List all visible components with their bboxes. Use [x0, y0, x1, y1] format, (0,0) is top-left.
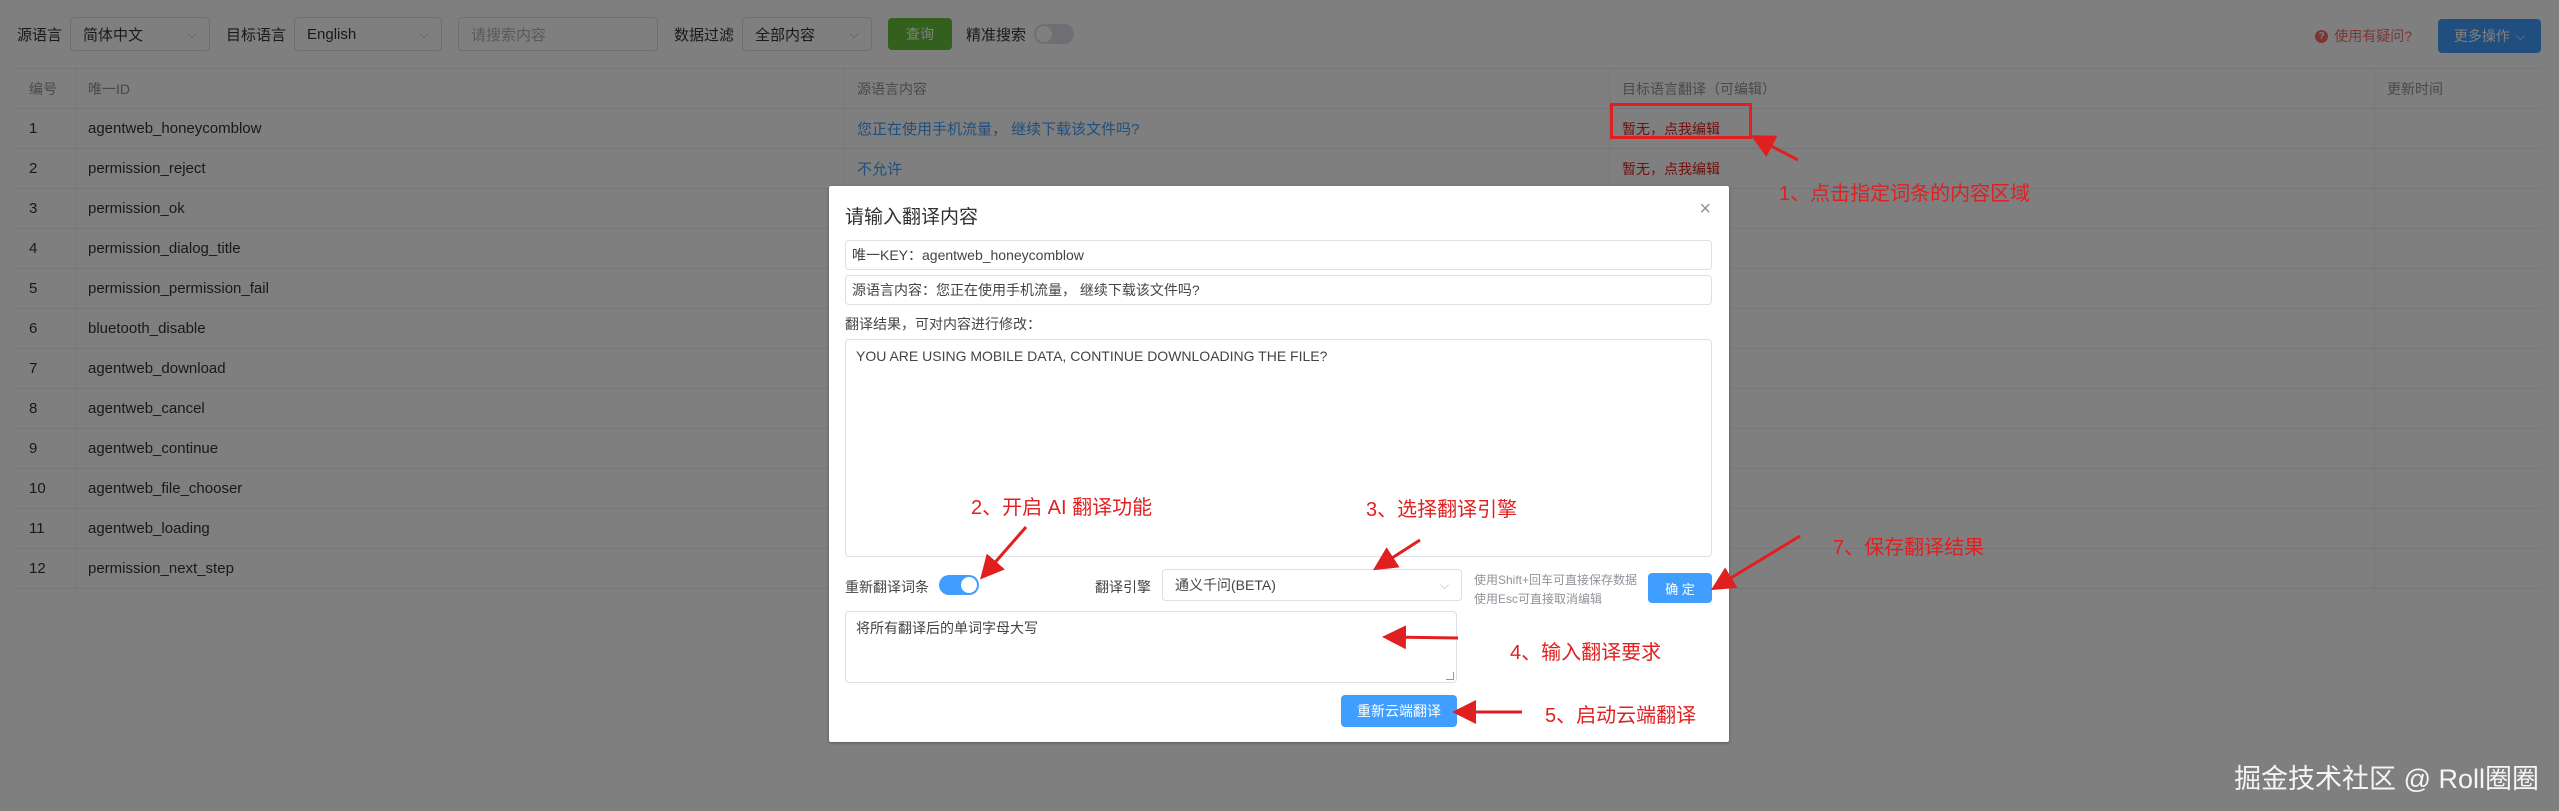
source-field: 源语言内容：您正在使用手机流量， 继续下载该文件吗? [845, 275, 1712, 305]
annotation-step3: 3、选择翻译引擎 [1366, 499, 1518, 521]
hint-save: 使用Shift+回车可直接保存数据 [1474, 573, 1638, 587]
annotation-step1: 1、点击指定词条的内容区域 [1779, 183, 2031, 205]
annotation-step5: 5、启动云端翻译 [1545, 705, 1697, 727]
retranslate-switch[interactable] [939, 575, 979, 595]
cloud-translate-button[interactable]: 重新云端翻译 [1341, 695, 1457, 727]
annotation-step7: 7、保存翻译结果 [1833, 537, 1985, 559]
dialog-title: 请输入翻译内容 [845, 207, 979, 228]
watermark: 掘金技术社区 @ Roll圈圈 [2234, 764, 2539, 794]
confirm-button[interactable]: 确 定 [1648, 573, 1712, 603]
hint-cancel: 使用Esc可直接取消编辑 [1474, 592, 1603, 606]
result-textarea[interactable]: YOU ARE USING MOBILE DATA, CONTINUE DOWN… [845, 339, 1712, 557]
retranslate-label: 重新翻译词条 [845, 579, 929, 595]
engine-label: 翻译引擎 [1095, 579, 1151, 595]
requirement-text: 将所有翻译后的单词字母大写 [856, 620, 1038, 636]
result-label: 翻译结果，可对内容进行修改： [845, 316, 1041, 332]
requirement-textarea[interactable]: 将所有翻译后的单词字母大写 [845, 611, 1457, 683]
resize-handle-icon[interactable] [1446, 672, 1454, 680]
annotation-step2: 2、开启 AI 翻译功能 [971, 497, 1153, 519]
annotation-step4: 4、输入翻译要求 [1510, 642, 1662, 664]
close-icon[interactable]: × [1699, 198, 1711, 221]
chevron-down-icon: ⌵ [1439, 577, 1449, 592]
engine-select[interactable]: 通义千问(BETA) ⌵ [1162, 569, 1462, 601]
key-field: 唯一KEY：agentweb_honeycomblow [845, 240, 1712, 270]
engine-value: 通义千问(BETA) [1175, 577, 1276, 593]
highlight-box [1610, 103, 1752, 139]
